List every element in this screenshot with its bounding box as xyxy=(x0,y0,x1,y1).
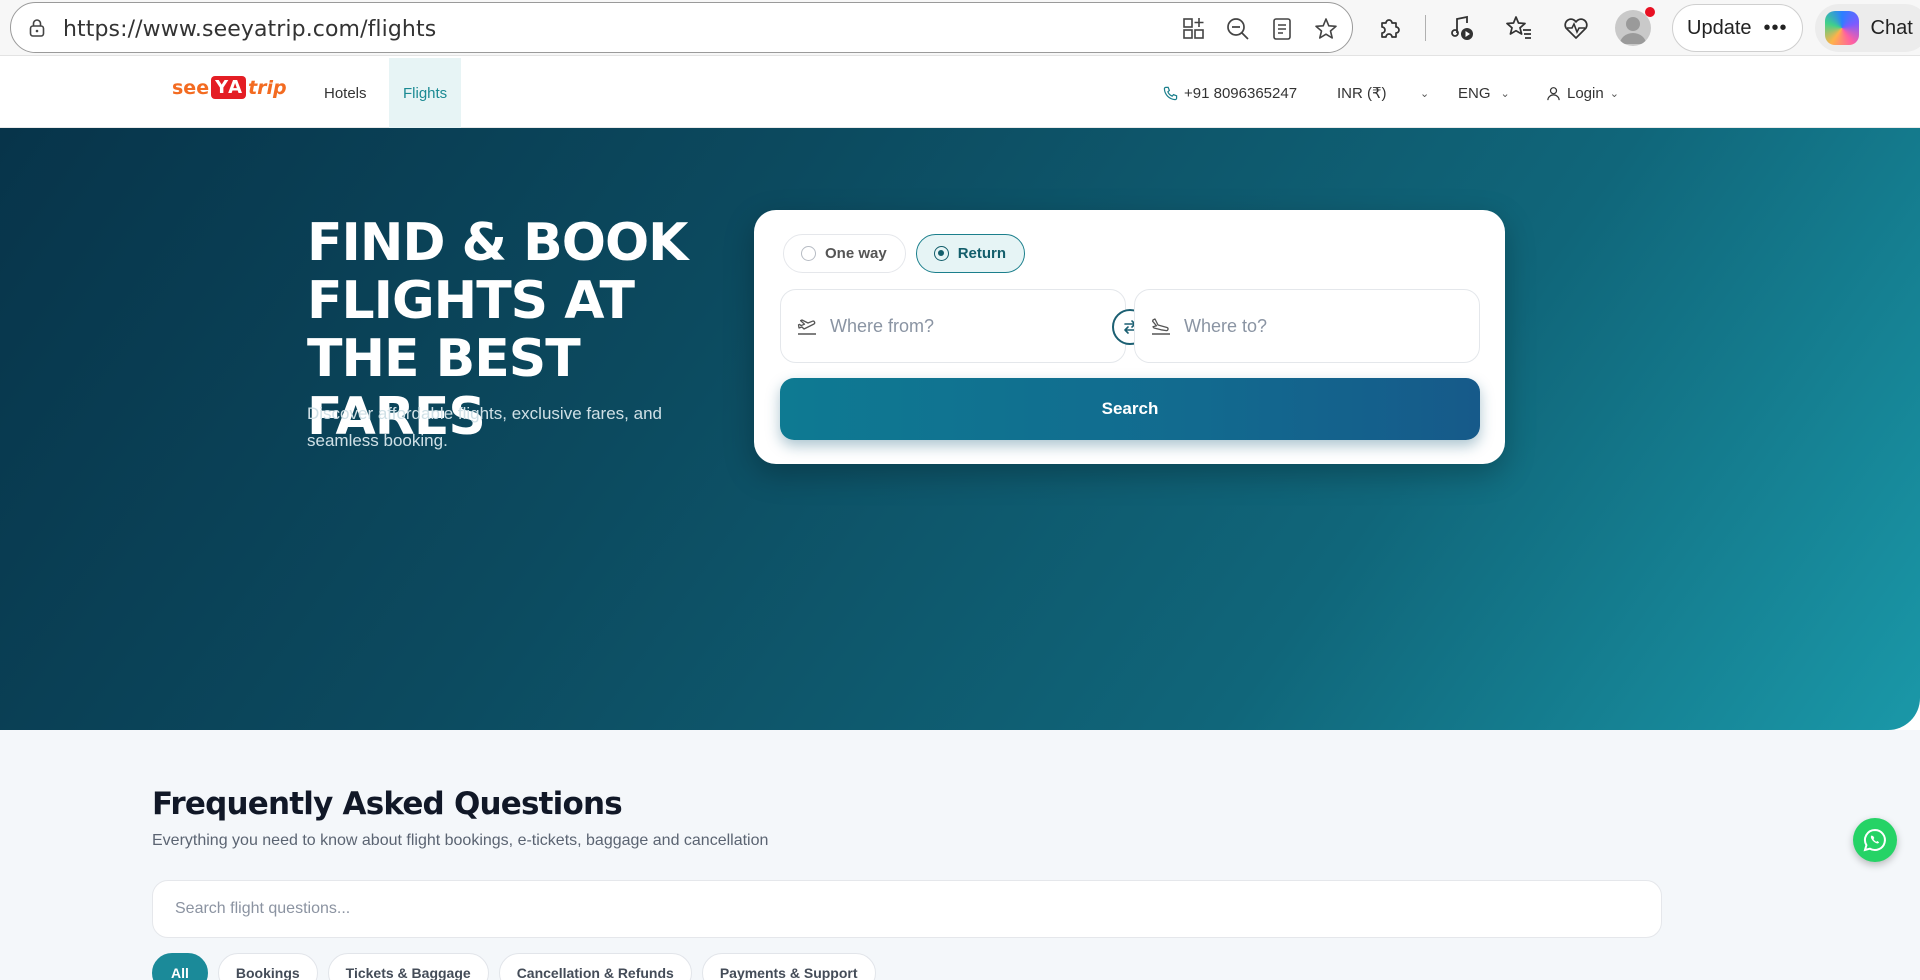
radio-selected-icon xyxy=(933,246,949,261)
origin-placeholder: Where from? xyxy=(830,315,935,336)
faq-subtitle: Everything you need to know about flight… xyxy=(152,832,769,849)
faq-title: Frequently Asked Questions xyxy=(152,786,623,822)
nav-hotels[interactable]: Hotels xyxy=(310,58,381,128)
faq-tab-cancellation-refunds[interactable]: Cancellation & Refunds xyxy=(498,953,692,980)
user-icon xyxy=(1547,86,1560,100)
hero-section: FIND & BOOK FLIGHTS AT THE BEST FARES Di… xyxy=(0,128,1920,730)
favorite-star-icon[interactable] xyxy=(1308,11,1344,47)
faq-category-tabs: All Bookings Tickets & Baggage Cancellat… xyxy=(152,953,876,980)
landing-icon xyxy=(1151,318,1170,335)
update-label: Update xyxy=(1687,16,1752,39)
one-way-label: One way xyxy=(825,245,887,262)
language-label: ENG xyxy=(1458,84,1491,102)
one-way-option[interactable]: One way xyxy=(783,234,906,273)
notification-dot xyxy=(1645,7,1655,17)
apps-icon[interactable] xyxy=(1176,11,1212,47)
faq-tab-tickets-baggage[interactable]: Tickets & Baggage xyxy=(327,953,489,980)
site-logo[interactable]: see YА trip xyxy=(172,76,287,99)
nav-flights[interactable]: Flights xyxy=(389,58,462,128)
faq-tab-payments-support[interactable]: Payments & Support xyxy=(701,953,876,980)
chat-label: Chat xyxy=(1870,16,1913,39)
faq-tab-all[interactable]: All xyxy=(152,953,208,980)
trip-type-selector: One way Return xyxy=(783,234,1026,273)
copilot-chat-button[interactable]: Chat xyxy=(1814,4,1920,52)
chevron-down-icon: ⌄ xyxy=(1500,87,1510,100)
logo-ya: YА xyxy=(211,76,247,99)
takeoff-icon xyxy=(797,319,816,335)
faq-search-input[interactable]: Search flight questions... xyxy=(152,880,1662,938)
faq-tab-bookings[interactable]: Bookings xyxy=(217,953,318,980)
profile-avatar[interactable] xyxy=(1609,4,1657,52)
nav-hotels-label: Hotels xyxy=(324,84,367,102)
search-button[interactable]: Search xyxy=(780,378,1480,440)
destination-field[interactable]: Where to? xyxy=(1134,289,1480,363)
zoom-out-icon[interactable] xyxy=(1220,11,1256,47)
hero-subtitle: Discover affordable flights, exclusive f… xyxy=(307,404,662,450)
nav-flights-label: Flights xyxy=(403,84,448,102)
faq-section: Frequently Asked Questions Everything yo… xyxy=(0,730,1920,980)
return-label: Return xyxy=(957,245,1007,262)
destination-placeholder: Where to? xyxy=(1184,315,1268,336)
media-icon[interactable] xyxy=(1438,4,1486,52)
toolbar-divider xyxy=(1425,15,1426,41)
logo-trip: trip xyxy=(248,76,287,99)
whatsapp-button[interactable] xyxy=(1853,818,1897,862)
browser-toolbar: https://www.seeyatrip.com/flights Update… xyxy=(0,0,1920,56)
logo-see: see xyxy=(172,76,210,99)
phone-link[interactable]: +91 8096365247 xyxy=(1163,58,1297,128)
radio-icon xyxy=(801,246,816,261)
address-bar[interactable]: https://www.seeyatrip.com/flights xyxy=(10,2,1353,53)
return-option[interactable]: Return xyxy=(915,234,1026,273)
lock-icon[interactable] xyxy=(27,18,47,38)
favorites-icon[interactable] xyxy=(1495,4,1543,52)
phone-number: +91 8096365247 xyxy=(1184,84,1298,102)
faq-search-placeholder: Search flight questions... xyxy=(175,900,351,917)
chevron-down-icon[interactable]: ⌄ xyxy=(1410,58,1429,128)
chevron-down-icon: ⌄ xyxy=(1609,87,1619,100)
login-label: Login xyxy=(1567,84,1604,102)
currency-label: INR (₹) xyxy=(1337,85,1387,102)
extensions-icon[interactable] xyxy=(1366,4,1414,52)
flight-search-card: One way Return Where from? Where to? Sea… xyxy=(754,210,1505,464)
currency-selector[interactable]: INR (₹) xyxy=(1337,58,1387,128)
whatsapp-icon xyxy=(1863,828,1886,852)
site-header: see YА trip Hotels Flights +91 8096365247 … xyxy=(0,58,1920,128)
login-menu[interactable]: Login ⌄ xyxy=(1546,58,1619,128)
phone-icon xyxy=(1163,86,1178,100)
url-text[interactable]: https://www.seeyatrip.com/flights xyxy=(63,17,436,42)
copilot-icon xyxy=(1824,11,1859,45)
health-icon[interactable] xyxy=(1552,4,1600,52)
reader-icon[interactable] xyxy=(1264,11,1300,47)
update-button[interactable]: Update ••• xyxy=(1672,4,1803,52)
language-selector[interactable]: ENG ⌄ xyxy=(1458,58,1510,128)
origin-field[interactable]: Where from? xyxy=(780,289,1126,363)
more-icon[interactable]: ••• xyxy=(1764,17,1788,40)
